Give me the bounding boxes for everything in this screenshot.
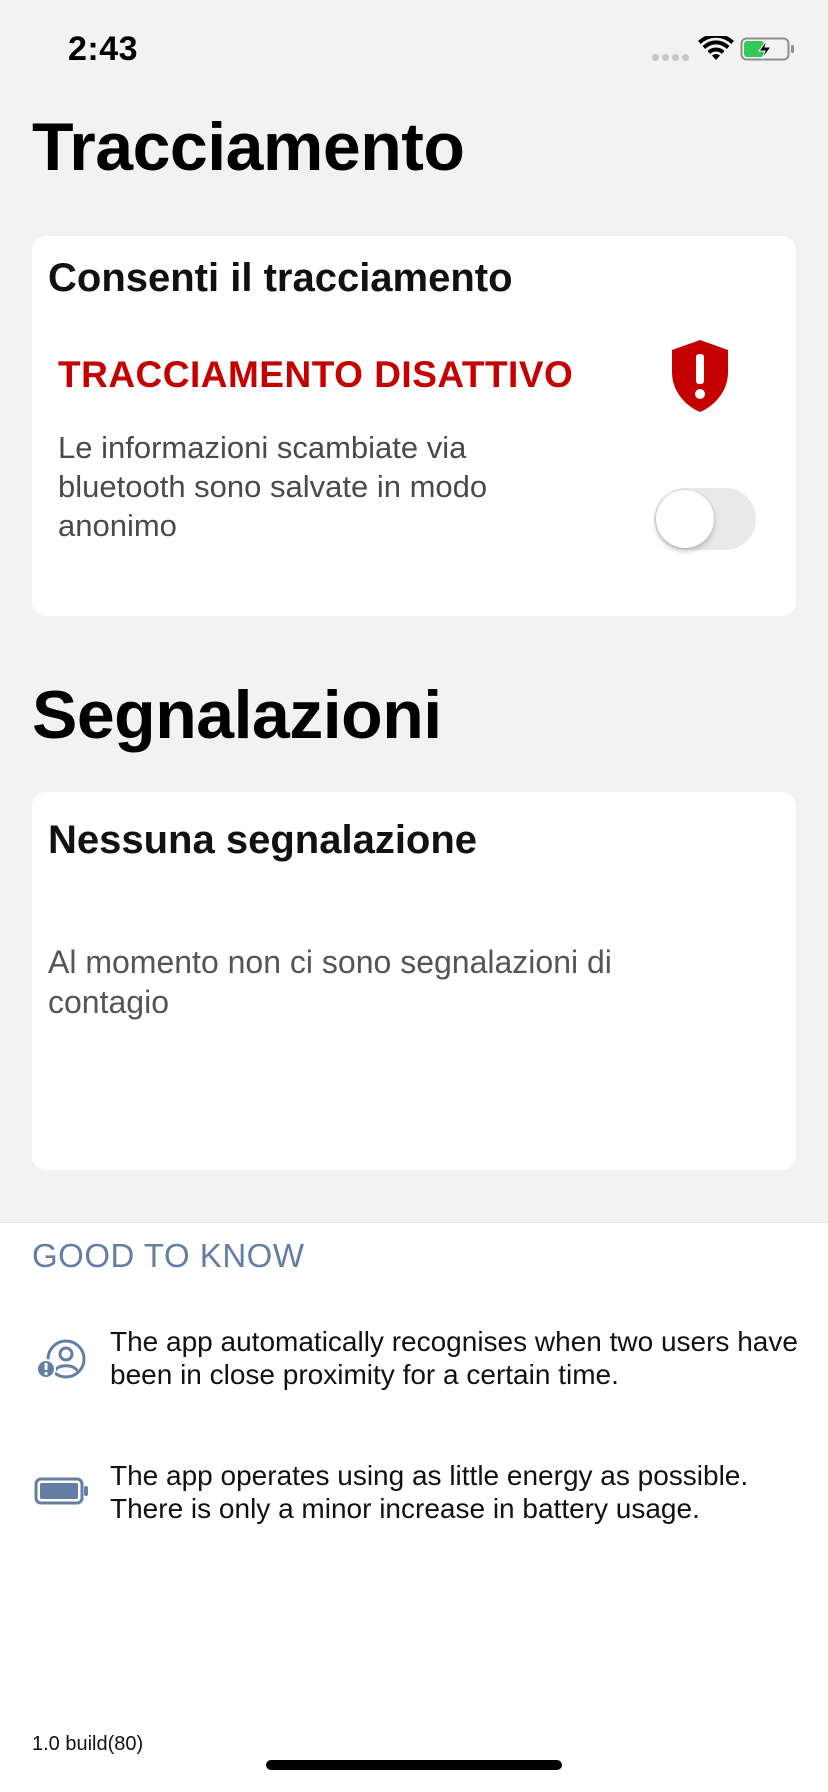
good-to-know-heading: GOOD TO KNOW [32,1237,305,1274]
tracking-card: Consenti il tracciamento TRACCIAMENTO DI… [32,236,796,616]
cellular-signal-icon [652,54,690,62]
shield-alert-icon [672,340,728,412]
tracking-description: Le informazioni scambiate via bluetooth … [58,430,488,543]
info-text-proximity: The app automatically recognises when tw… [110,1326,798,1390]
user-proximity-icon [36,1339,86,1379]
tracking-toggle[interactable] [654,488,756,550]
status-time: 2:43 [68,30,139,68]
tracking-status-label: TRACCIAMENTO DISATTIVO [58,354,574,395]
battery-charging-icon [740,37,794,61]
wifi-icon [698,36,734,60]
section-title-reports: Segnalazioni [32,677,442,753]
app-screen: 2:43 Tracciamento Consenti il tracciamen… [0,0,828,1792]
info-text-battery: The app operates using as little energy … [110,1460,749,1524]
status-bar: 2:43 [0,0,828,100]
reports-empty-message: Al momento non ci sono segnalazioni di c… [48,944,612,1020]
battery-icon [34,1477,88,1505]
section-title-tracking: Tracciamento [32,109,465,185]
tracking-card-title: Consenti il tracciamento [48,256,513,300]
reports-card: Nessuna segnalazione Al momento non ci s… [32,792,796,1170]
toggle-knob [656,490,714,548]
home-indicator[interactable] [266,1760,562,1770]
app-version: 1.0 build(80) [32,1733,144,1755]
good-to-know-panel: GOOD TO KNOW The app automatically recog… [0,1222,828,1792]
reports-card-title: Nessuna segnalazione [48,818,478,862]
